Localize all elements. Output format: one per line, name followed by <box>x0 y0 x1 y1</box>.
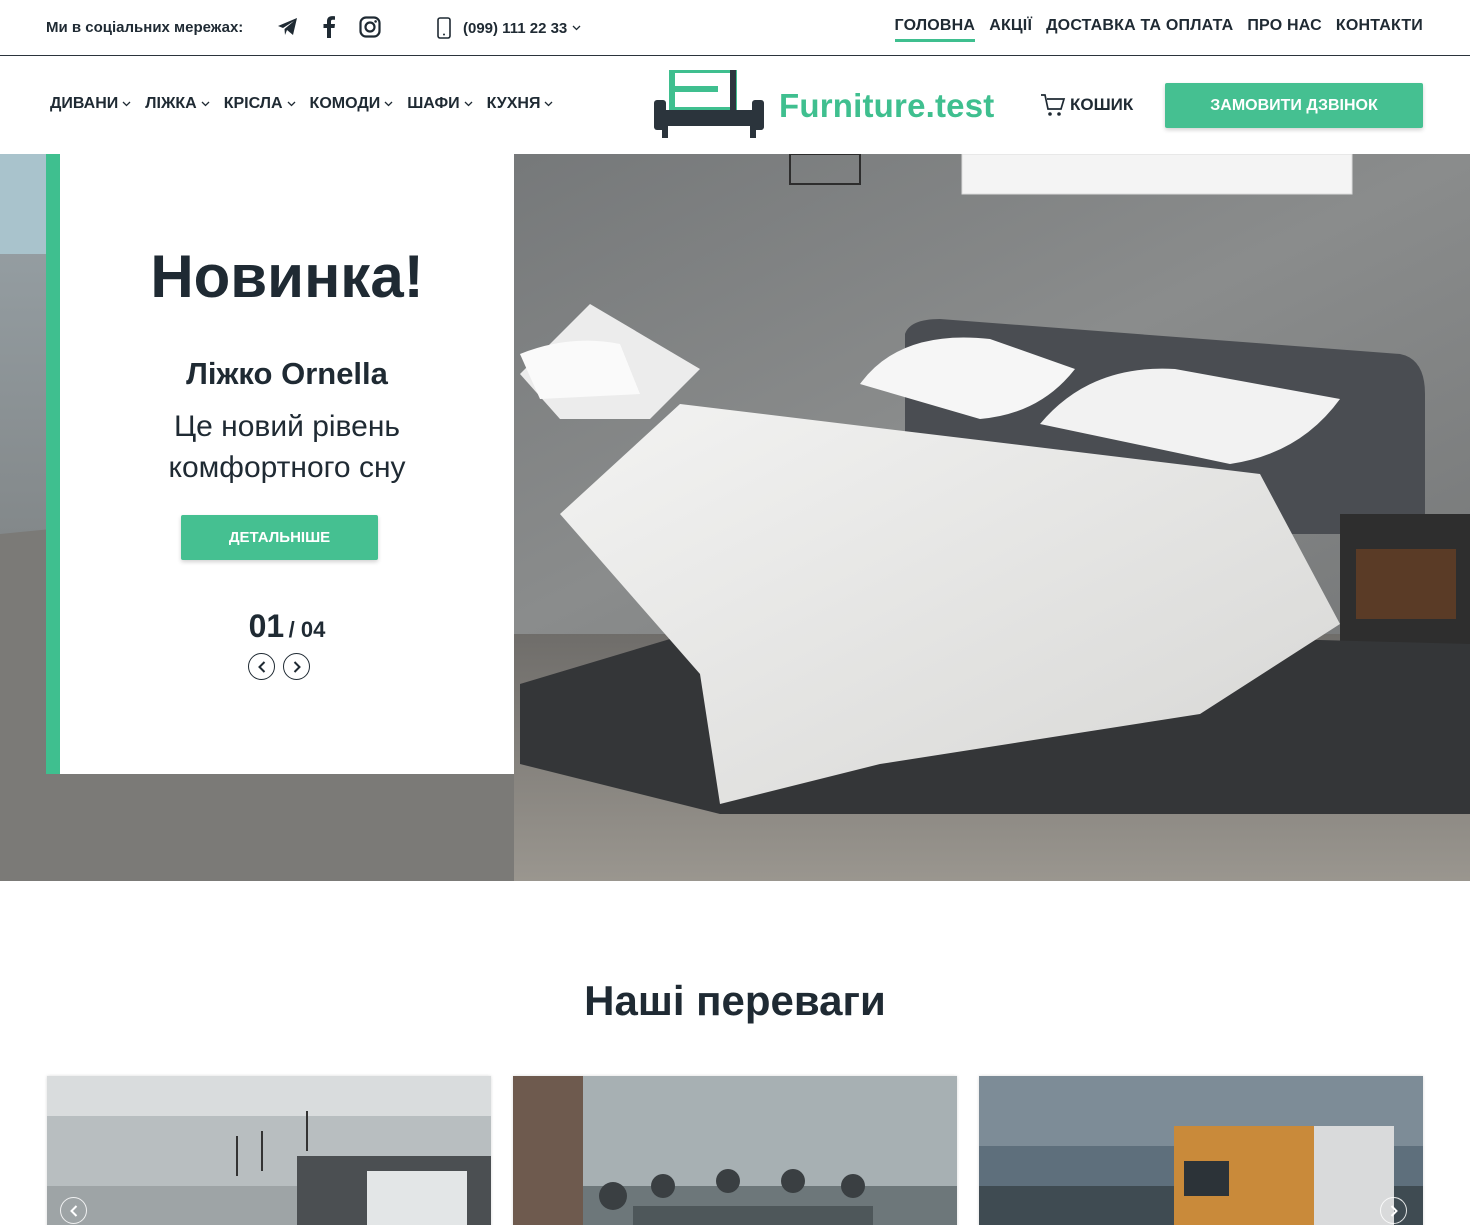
chevron-left-icon <box>69 1204 77 1217</box>
slide-counter: 01 / 04 <box>60 608 514 645</box>
category-sofas[interactable]: ДИВАНИ <box>50 95 131 113</box>
sofa-logo-icon <box>654 70 764 138</box>
hero-badge: Новинка! <box>150 243 424 310</box>
advantage-card-team[interactable] <box>513 1076 957 1225</box>
nav-link-contacts[interactable]: КОНТАКТИ <box>1336 17 1423 42</box>
social-label: Ми в соціальних мережах: <box>46 19 244 36</box>
category-beds[interactable]: ЛІЖКА <box>145 95 210 113</box>
accent-bar <box>46 154 60 774</box>
order-call-button[interactable]: ЗАМОВИТИ ДЗВІНОК <box>1165 83 1423 128</box>
category-dressers[interactable]: КОМОДИ <box>310 95 394 113</box>
cart-label: КОШИК <box>1070 95 1134 114</box>
category-label: КРІСЛА <box>223 95 283 112</box>
phone-dropdown[interactable]: (099) 111 22 33 <box>437 17 581 39</box>
phone-number: (099) 111 22 33 <box>463 19 568 37</box>
category-label: ЛІЖКА <box>145 95 197 112</box>
instagram-icon[interactable] <box>358 15 382 39</box>
top-navigation: ГОЛОВНА АКЦІЇ ДОСТАВКА ТА ОПЛАТА ПРО НАС… <box>894 17 1423 42</box>
advantage-card-delivery[interactable] <box>979 1076 1423 1225</box>
slider-arrows <box>248 653 310 680</box>
category-wardrobes[interactable]: ШАФИ <box>407 95 473 113</box>
chevron-down-icon <box>544 101 553 107</box>
advantages-heading: Наші переваги <box>0 977 1470 1025</box>
chevron-down-icon <box>122 101 131 107</box>
mobile-phone-icon <box>437 17 451 39</box>
category-kitchen[interactable]: КУХНЯ <box>487 95 554 113</box>
category-navigation: ДИВАНИ ЛІЖКА КРІСЛА КОМОДИ ШАФИ КУХНЯ <box>50 95 553 113</box>
nav-link-promotions[interactable]: АКЦІЇ <box>989 17 1032 42</box>
chevron-right-icon <box>1390 1204 1398 1217</box>
site-logo[interactable]: Furniture.test <box>650 70 995 142</box>
chevron-down-icon <box>201 101 210 107</box>
advantages-title: Наші переваги <box>584 977 886 1024</box>
chevron-down-icon <box>464 101 473 107</box>
hero-card: Новинка! Ліжко Ornella Це новий рівень к… <box>46 154 514 774</box>
logo-text: Furniture.test <box>779 87 995 124</box>
showroom-image <box>47 1076 491 1225</box>
category-label: ШАФИ <box>407 95 460 112</box>
delivery-truck-image <box>979 1076 1423 1225</box>
total-slides: / 04 <box>288 617 326 642</box>
top-bar: Ми в соціальних мережах: (099) 111 22 33… <box>0 0 1470 56</box>
advantage-card-showroom[interactable] <box>47 1076 491 1225</box>
category-armchairs[interactable]: КРІСЛА <box>224 95 296 113</box>
facebook-icon[interactable] <box>317 15 341 39</box>
chevron-right-icon <box>293 660 301 673</box>
hero-slider: Новинка! Ліжко Ornella Це новий рівень к… <box>0 154 1470 881</box>
cart-icon <box>1041 94 1066 116</box>
next-slide-button[interactable] <box>283 653 310 680</box>
card-prev-button[interactable] <box>60 1197 87 1224</box>
team-meeting-image <box>513 1076 957 1225</box>
chevron-down-icon <box>572 25 581 31</box>
category-label: КУХНЯ <box>486 95 541 112</box>
hero-product-name: Ліжко Ornella <box>186 356 388 391</box>
details-button[interactable]: ДЕТАЛЬНІШЕ <box>181 515 378 560</box>
telegram-icon[interactable] <box>276 15 300 39</box>
category-label: ДИВАНИ <box>50 95 119 112</box>
chevron-down-icon <box>287 101 296 107</box>
hero-tagline: Це новий рівень комфортного сну <box>168 410 406 484</box>
nav-link-delivery[interactable]: ДОСТАВКА ТА ОПЛАТА <box>1046 17 1233 42</box>
prev-slide-button[interactable] <box>248 653 275 680</box>
card-next-button[interactable] <box>1380 1197 1407 1224</box>
chevron-down-icon <box>384 101 393 107</box>
nav-link-about[interactable]: ПРО НАС <box>1247 17 1322 42</box>
nav-link-home[interactable]: ГОЛОВНА <box>894 17 976 42</box>
chevron-left-icon <box>257 660 265 673</box>
current-slide: 01 <box>248 608 285 644</box>
category-label: КОМОДИ <box>309 95 381 112</box>
cart-link[interactable]: КОШИК <box>1040 92 1133 118</box>
